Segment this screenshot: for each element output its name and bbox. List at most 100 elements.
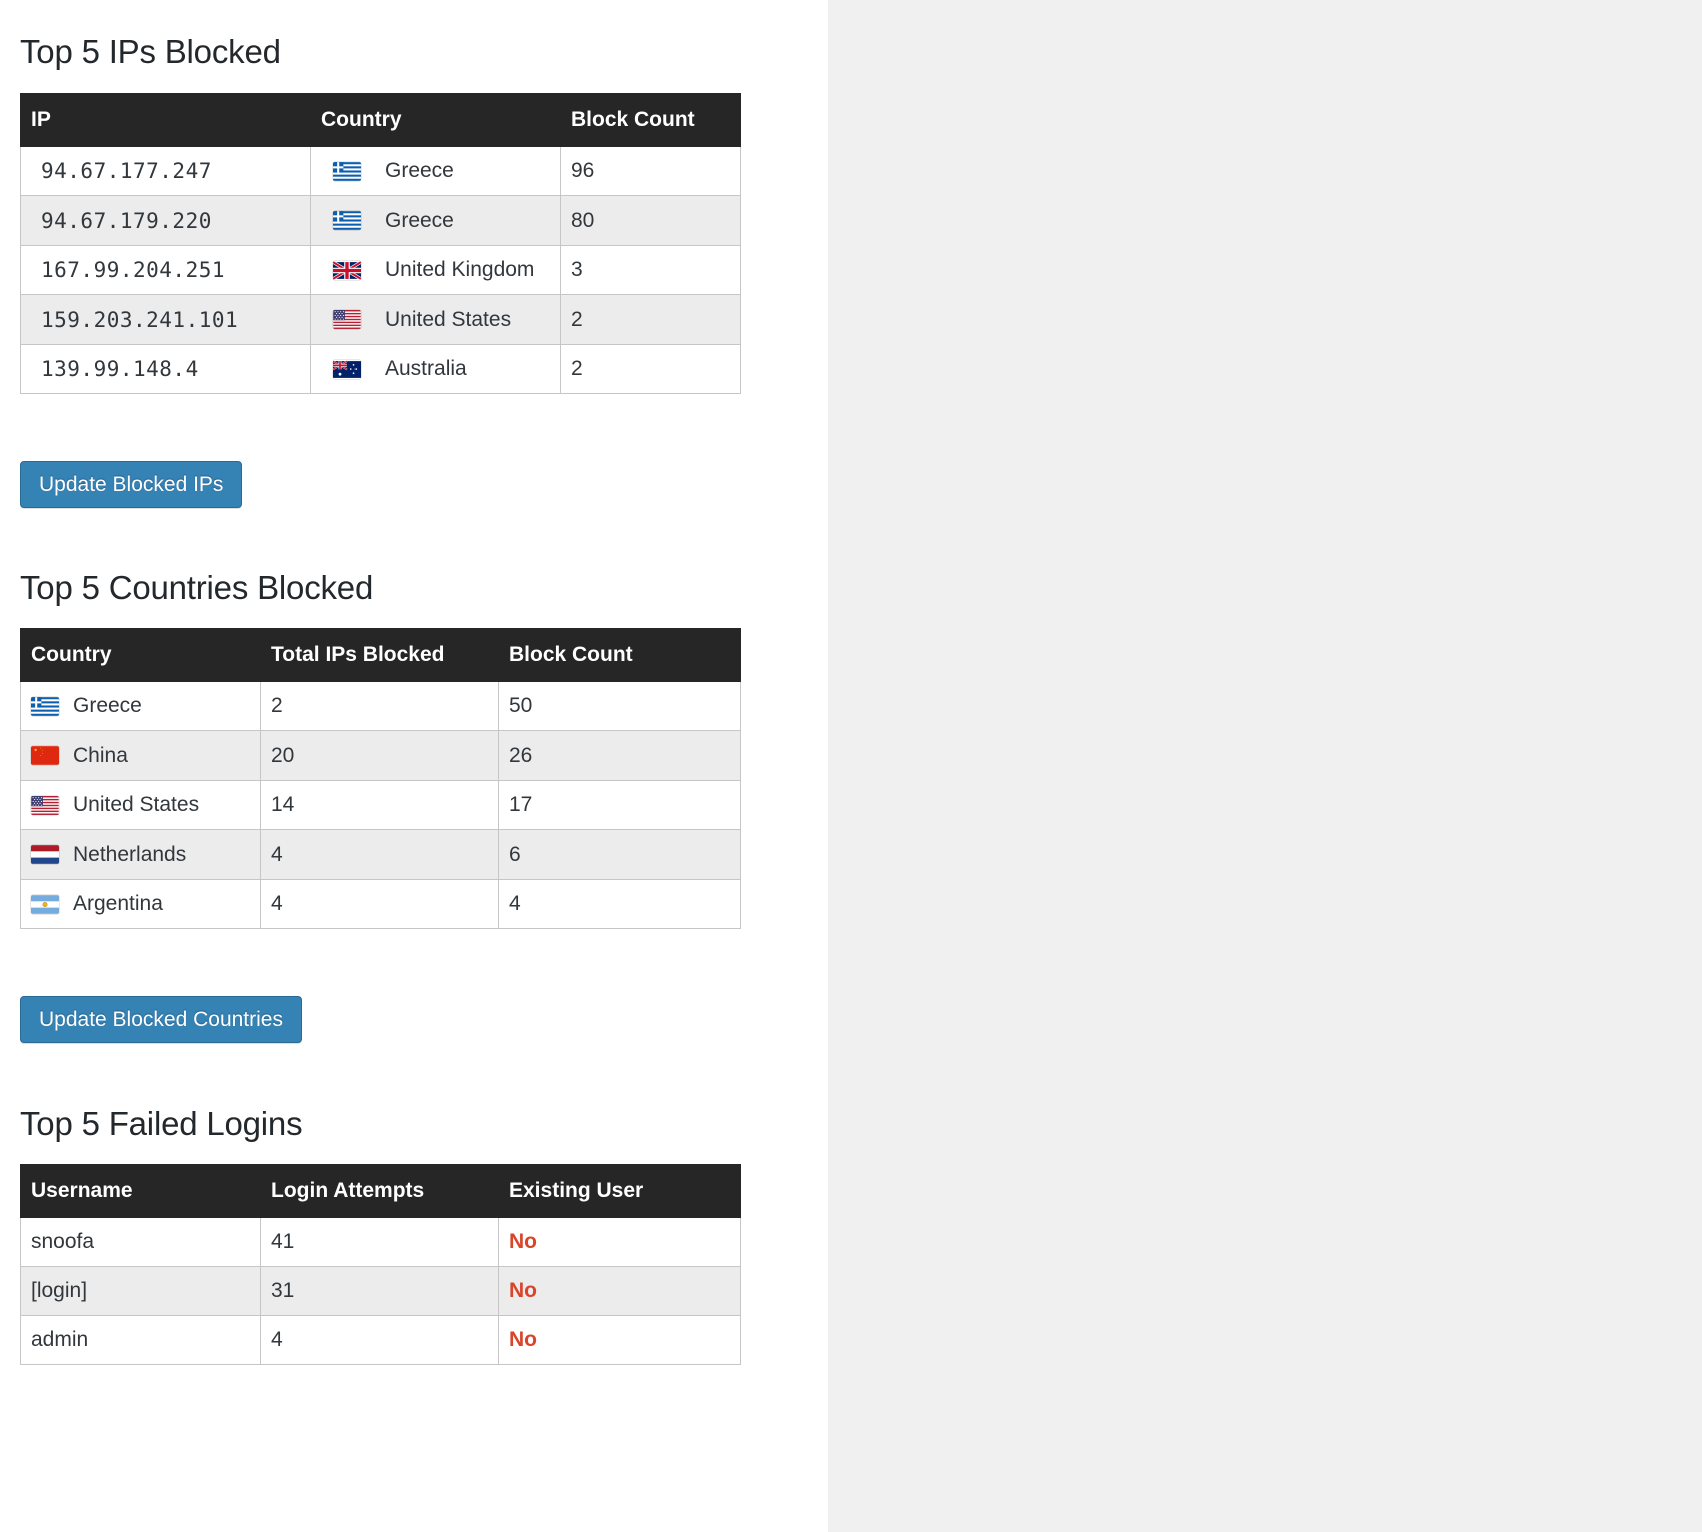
table-row: 159.203.241.101 United States 2 — [20, 294, 741, 345]
status-badge: No — [509, 1279, 537, 1302]
column-header-block-count: Block Count — [560, 93, 741, 147]
country-label: Argentina — [73, 892, 163, 916]
top-countries-table-body: Greece 2 50 China 20 26 United States 14… — [20, 680, 741, 930]
cell-ip: 167.99.204.251 — [20, 244, 311, 296]
cell-login-attempts: 31 — [260, 1266, 499, 1316]
cell-block-count: 80 — [560, 195, 741, 246]
cell-country: Greece — [310, 195, 561, 246]
cell-country: Greece — [310, 145, 561, 197]
table-header-row: Country Total IPs Blocked Block Count — [20, 628, 741, 682]
flag-united-kingdom-icon — [333, 260, 361, 280]
cell-username: snoofa — [20, 1217, 261, 1267]
country-label: United Kingdom — [385, 258, 535, 282]
cell-country: United States — [20, 779, 261, 831]
cell-country: Argentina — [20, 878, 261, 930]
top-countries-table-head: Country Total IPs Blocked Block Count — [20, 628, 741, 682]
update-blocked-countries-button[interactable]: Update Blocked Countries — [20, 996, 302, 1044]
cell-country: China — [20, 730, 261, 781]
cell-block-count: 4 — [498, 878, 741, 930]
status-badge: No — [509, 1328, 537, 1351]
cell-total-ips-blocked: 2 — [260, 680, 499, 732]
flag-united-states-icon — [333, 310, 361, 330]
column-header-login-attempts: Login Attempts — [260, 1164, 499, 1218]
country-label: United States — [385, 307, 512, 331]
cell-block-count: 2 — [560, 343, 741, 395]
failed-logins-table-head: Username Login Attempts Existing User — [20, 1164, 741, 1218]
cell-login-attempts: 41 — [260, 1217, 499, 1267]
page-title-top-countries: Top 5 Countries Blocked — [20, 569, 374, 606]
country-label: Greece — [385, 208, 454, 232]
table-row: 94.67.177.247 Greece 96 — [20, 145, 741, 197]
page-title-failed-logins: Top 5 Failed Logins — [20, 1105, 303, 1142]
cell-country: Greece — [20, 680, 261, 732]
column-header-country: Country — [20, 628, 261, 682]
cell-existing-user: No — [498, 1315, 741, 1365]
column-header-block-count: Block Count — [498, 628, 741, 682]
column-header-total-ips-blocked: Total IPs Blocked — [260, 628, 499, 682]
flag-greece-icon — [333, 162, 361, 181]
column-header-ip: IP — [20, 93, 311, 147]
column-header-username: Username — [20, 1164, 261, 1218]
cell-block-count: 17 — [498, 779, 741, 831]
main-content-pane: Top 5 IPs Blocked IP Country Block Count… — [0, 0, 828, 1532]
table-row: snoofa 41 No — [20, 1217, 741, 1267]
cell-country: United States — [310, 294, 561, 345]
cell-username: [login] — [20, 1266, 261, 1316]
cell-total-ips-blocked: 20 — [260, 730, 499, 781]
country-label: China — [73, 743, 128, 767]
top-ips-table-body: 94.67.177.247 Greece 96 94.67.179.220 Gr… — [20, 145, 741, 395]
cell-block-count: 96 — [560, 145, 741, 197]
page-root: Top 5 IPs Blocked IP Country Block Count… — [0, 0, 1702, 1532]
cell-total-ips-blocked: 4 — [260, 829, 499, 880]
top-ips-table-head: IP Country Block Count — [20, 93, 741, 147]
table-row: 94.67.179.220 Greece 80 — [20, 195, 741, 246]
table-row: admin 4 No — [20, 1315, 741, 1365]
table-row: United States 14 17 — [20, 779, 741, 831]
page-title-top-ips: Top 5 IPs Blocked — [20, 33, 281, 70]
table-row: Greece 2 50 — [20, 680, 741, 732]
flag-greece-icon — [31, 697, 59, 716]
cell-username: admin — [20, 1315, 261, 1365]
cell-ip: 139.99.148.4 — [20, 343, 311, 395]
top-countries-table: Country Total IPs Blocked Block Count Gr… — [20, 628, 741, 930]
flag-greece-icon — [333, 211, 361, 231]
country-label: Greece — [385, 159, 454, 183]
country-label: Netherlands — [73, 842, 187, 866]
column-header-existing-user: Existing User — [498, 1164, 741, 1218]
table-header-row: Username Login Attempts Existing User — [20, 1164, 741, 1218]
country-label: Australia — [385, 357, 467, 381]
table-row: Argentina 4 4 — [20, 878, 741, 930]
table-row: 167.99.204.251 United Kingdom 3 — [20, 244, 741, 296]
cell-existing-user: No — [498, 1217, 741, 1267]
update-blocked-ips-button[interactable]: Update Blocked IPs — [20, 461, 243, 509]
cell-country: Netherlands — [20, 829, 261, 880]
cell-login-attempts: 4 — [260, 1315, 499, 1365]
right-empty-pane — [830, 0, 1702, 1532]
top-ips-table: IP Country Block Count 94.67.177.247 Gre… — [20, 93, 741, 395]
column-header-country: Country — [310, 93, 561, 147]
table-row: Netherlands 4 6 — [20, 829, 741, 880]
cell-block-count: 50 — [498, 680, 741, 732]
table-row: 139.99.148.4 Australia 2 — [20, 343, 741, 395]
cell-total-ips-blocked: 4 — [260, 878, 499, 930]
table-row: China 20 26 — [20, 730, 741, 781]
failed-logins-table: Username Login Attempts Existing User sn… — [20, 1164, 741, 1365]
cell-block-count: 3 — [560, 244, 741, 296]
flag-china-icon — [31, 746, 59, 766]
cell-country: Australia — [310, 343, 561, 395]
flag-australia-icon — [333, 360, 361, 379]
failed-logins-table-body: snoofa 41 No [login] 31 No admin 4 No — [20, 1217, 741, 1365]
status-badge: No — [509, 1230, 537, 1253]
country-label: United States — [73, 793, 200, 817]
cell-existing-user: No — [498, 1266, 741, 1316]
cell-block-count: 26 — [498, 730, 741, 781]
flag-netherlands-icon — [31, 845, 59, 865]
flag-united-states-icon — [31, 795, 59, 815]
flag-argentina-icon — [31, 894, 59, 914]
table-row: [login] 31 No — [20, 1266, 741, 1316]
country-label: Greece — [73, 694, 142, 718]
cell-country: United Kingdom — [310, 244, 561, 296]
cell-total-ips-blocked: 14 — [260, 779, 499, 831]
cell-ip: 94.67.177.247 — [20, 145, 311, 197]
cell-ip: 94.67.179.220 — [20, 195, 311, 246]
